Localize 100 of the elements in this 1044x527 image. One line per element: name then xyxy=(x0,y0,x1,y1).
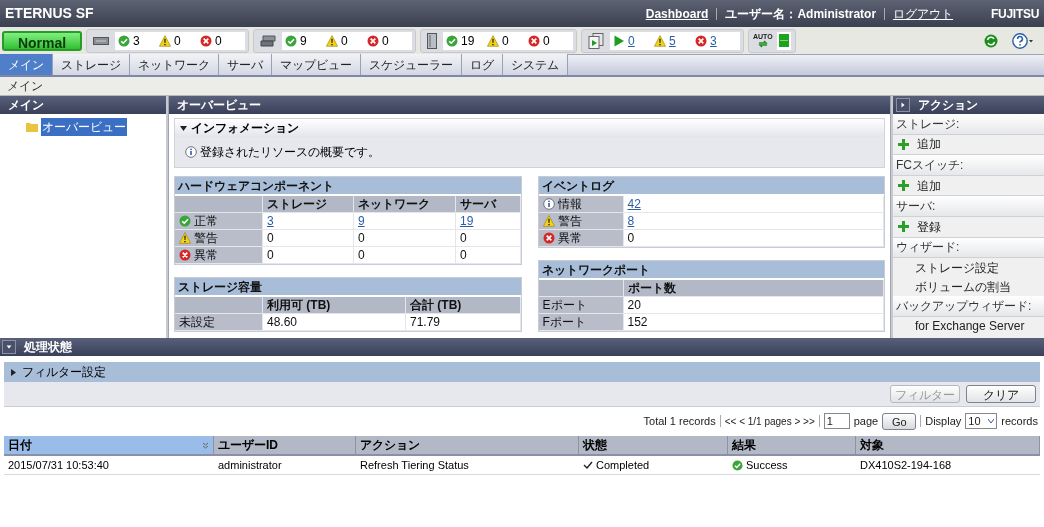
count-link[interactable]: 3 xyxy=(710,31,717,50)
warning-icon xyxy=(326,34,338,47)
table-cell-text: administrator xyxy=(217,457,283,473)
nav-tab[interactable]: システム xyxy=(503,54,568,75)
status-button[interactable]: Normal xyxy=(2,30,82,51)
error-icon xyxy=(528,34,540,47)
logout-link[interactable]: ログアウト xyxy=(893,4,954,23)
count-link[interactable]: 19 xyxy=(460,212,474,230)
warning-icon xyxy=(487,34,499,47)
plus-icon xyxy=(898,138,909,150)
column-header[interactable]: アクション xyxy=(356,436,579,454)
table-cell: 20 xyxy=(623,297,884,314)
error-icon xyxy=(200,34,212,47)
count-text: 0 xyxy=(267,230,274,247)
nav-tab[interactable]: スケジューラー xyxy=(361,54,462,75)
count-text: 0 xyxy=(627,230,635,247)
row-label: 異常 xyxy=(194,247,218,264)
column-header: 利用可 (TB) xyxy=(263,297,406,314)
records-label: records xyxy=(1001,413,1038,429)
column-header[interactable]: 日付 xyxy=(4,436,214,454)
row-label: 異常 xyxy=(557,230,582,247)
action-group-label: ストレージ: xyxy=(893,114,1044,135)
page-input-field[interactable]: 1 xyxy=(823,413,850,429)
folder-icon xyxy=(26,122,38,132)
count-link[interactable]: 42 xyxy=(627,195,641,213)
panel-title: メイン xyxy=(0,96,166,114)
refresh-arrows-icon[interactable] xyxy=(757,40,768,48)
server-tower-icon xyxy=(427,32,437,49)
row-header: 未設定 xyxy=(175,314,263,331)
row-label: 情報 xyxy=(557,196,582,213)
column-header[interactable]: 状態 xyxy=(579,436,728,454)
table-title: ストレージ容量 xyxy=(175,278,521,297)
section-header[interactable]: インフォメーション xyxy=(175,119,884,137)
info-icon xyxy=(185,146,197,158)
nav-tab[interactable]: サーバ xyxy=(219,54,272,75)
nav-tab[interactable]: メイン xyxy=(0,54,53,75)
plus-icon xyxy=(898,180,909,192)
check-icon xyxy=(583,461,593,469)
count-text: 3 xyxy=(133,32,140,50)
action-item[interactable]: ボリュームの割当 xyxy=(893,277,1044,297)
info-message: 登録されたリソースの概要です。 xyxy=(200,144,380,161)
panel-title: アクション xyxy=(918,97,978,114)
column-header: ネットワーク xyxy=(354,196,456,213)
dashboard-link[interactable]: Dashboard xyxy=(645,4,709,23)
row-header: Fポート xyxy=(538,314,624,331)
count-text: 0 xyxy=(502,32,509,50)
check-circle-icon xyxy=(285,34,297,47)
nav-tab[interactable]: ログ xyxy=(462,54,503,75)
table-cell-text: 2015/07/31 10:53:40 xyxy=(7,457,110,473)
count-text: 0 xyxy=(358,247,365,264)
action-item[interactable]: ストレージ設定 xyxy=(893,258,1044,278)
go-button[interactable]: Go xyxy=(882,412,917,430)
collapsed-triangle-icon xyxy=(10,368,17,376)
nav-tab[interactable]: ネットワーク xyxy=(130,54,219,75)
action-label: 追加 xyxy=(917,136,941,154)
status-lamp-icon xyxy=(778,34,789,47)
tree-item[interactable]: オーバービュー xyxy=(41,118,127,136)
info-icon xyxy=(542,198,555,210)
column-header[interactable]: ユーザーID xyxy=(214,436,356,454)
play-icon xyxy=(613,34,625,47)
error-icon xyxy=(542,232,555,244)
count-text: 0 xyxy=(382,32,389,50)
column-header[interactable]: 結果 xyxy=(728,436,856,454)
count-link[interactable]: 3 xyxy=(267,212,274,230)
warning-icon xyxy=(179,232,191,244)
display-count-select[interactable]: 10 xyxy=(965,413,998,429)
action-item[interactable]: for Exchange Server xyxy=(893,316,1044,336)
brand-logo: FUJITSU xyxy=(991,5,1039,23)
check-circle-icon xyxy=(732,459,743,471)
breadcrumb: メイン xyxy=(7,78,43,95)
filter-action-button[interactable]: クリア xyxy=(966,385,1036,403)
column-header: 合計 (TB) xyxy=(406,297,521,314)
count-text: 0 xyxy=(341,32,348,50)
nav-tab[interactable]: ストレージ xyxy=(53,54,130,75)
count-link[interactable]: 9 xyxy=(358,212,365,230)
row-label: 正常 xyxy=(194,213,218,230)
row-header: Eポート xyxy=(538,297,624,314)
count-link[interactable]: 5 xyxy=(669,31,676,50)
table-title: イベントログ xyxy=(538,177,884,196)
filter-title: フィルター設定 xyxy=(22,364,106,381)
table-title: ハードウェアコンポーネント xyxy=(175,177,521,196)
count-text: 19 xyxy=(461,32,475,50)
count-text: 0 xyxy=(215,32,222,50)
action-label: 登録 xyxy=(917,218,941,236)
check-circle-icon xyxy=(118,34,130,47)
count-link[interactable]: 8 xyxy=(627,212,635,230)
nav-tab[interactable]: マップビュー xyxy=(272,54,361,75)
count-link[interactable]: 0 xyxy=(628,31,635,50)
table-cell-text: DX410S2-194-168 xyxy=(859,457,953,473)
column-header[interactable]: 対象 xyxy=(856,436,1040,454)
user-name-text: ユーザー名：Administrator xyxy=(725,5,877,23)
row-label: 警告 xyxy=(194,230,218,247)
error-icon xyxy=(179,249,191,261)
help-dropdown-icon[interactable] xyxy=(1012,32,1034,49)
filter-header[interactable]: フィルター設定 xyxy=(4,362,1040,382)
refresh-icon[interactable] xyxy=(984,33,998,48)
switch-device-icon xyxy=(260,34,276,47)
action-item[interactable]: 登録 xyxy=(893,216,1044,238)
count-text: 0 xyxy=(267,247,274,264)
page-navigation-links[interactable]: << < 1/1 pages > >> xyxy=(724,413,815,429)
